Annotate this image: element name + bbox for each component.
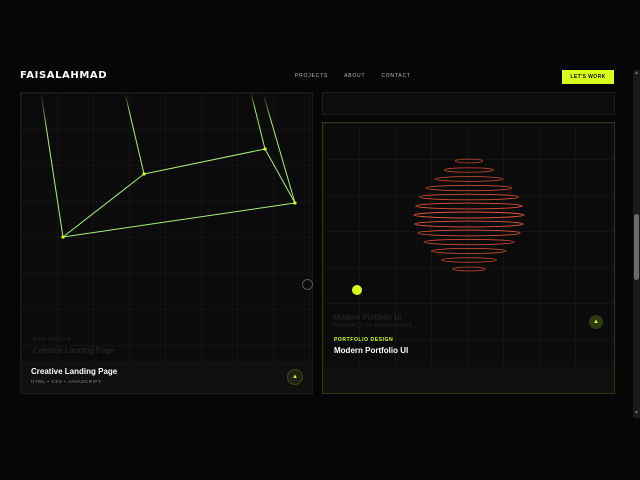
open-project-button[interactable]: ▲ xyxy=(589,315,603,329)
sphere-ring xyxy=(417,229,521,237)
card-footer: Creative Landing Page HTML • CSS • JAVAS… xyxy=(21,361,312,393)
project-card-partial[interactable] xyxy=(322,92,615,115)
sphere-ring xyxy=(454,158,484,164)
nav-contact[interactable]: CONTACT xyxy=(381,73,410,79)
site-logo[interactable]: FAISALAHMAD xyxy=(20,70,107,81)
sphere-ring xyxy=(452,266,486,272)
sphere-ring xyxy=(413,211,525,219)
project-card-modern-portfolio[interactable]: Modern Portfolio UI INTERACTIVE EXPERIEN… xyxy=(322,122,615,394)
sphere-ring xyxy=(434,176,504,182)
open-project-button[interactable]: ▲ xyxy=(287,369,303,385)
project-title[interactable]: Creative Landing Page xyxy=(31,367,117,376)
scroll-down-icon[interactable]: ▼ xyxy=(633,410,640,417)
wire-line xyxy=(62,202,296,238)
main-nav: PROJECTS ABOUT CONTACT xyxy=(295,73,411,79)
nav-projects[interactable]: PROJECTS xyxy=(295,73,328,79)
lets-work-button[interactable]: LET'S WORK xyxy=(562,70,614,84)
scroll-up-icon[interactable]: ▲ xyxy=(633,70,640,77)
wire-line xyxy=(143,148,266,175)
sphere-ring xyxy=(423,238,515,246)
sphere-ring xyxy=(414,220,524,228)
ghost-project-title: Modern Portfolio UI xyxy=(333,313,402,322)
page-scrollbar-thumb[interactable] xyxy=(634,214,639,280)
arrow-up-icon: ▲ xyxy=(593,319,599,325)
ghost-project-tag: INTERACTIVE EXPERIENCE xyxy=(333,323,413,329)
wire-line xyxy=(124,93,145,175)
project-tech-stack: HTML • CSS • JAVASCRIPT xyxy=(31,379,102,384)
project-title[interactable]: Modern Portfolio UI xyxy=(334,346,408,355)
wire-node xyxy=(263,147,267,151)
wire-line xyxy=(250,93,266,150)
sphere-ring xyxy=(419,193,519,201)
wire-node xyxy=(293,201,297,205)
ghost-project-tag: WEB DESIGN xyxy=(33,337,71,343)
card-footer xyxy=(323,367,614,393)
sphere-ring xyxy=(415,202,523,210)
project-category: PORTFOLIO DESIGN xyxy=(334,337,394,343)
sphere-ring xyxy=(443,167,495,173)
cursor-ring xyxy=(302,279,313,290)
arrow-up-icon: ▲ xyxy=(292,374,298,380)
sphere-ring xyxy=(431,248,507,254)
sphere-ring xyxy=(425,184,513,192)
wire-line xyxy=(262,93,296,204)
sphere-ring xyxy=(441,257,497,263)
wire-line xyxy=(40,93,64,238)
wire-line xyxy=(62,173,145,238)
wire-node xyxy=(61,235,65,239)
wire-node xyxy=(142,172,146,176)
site-header: FAISALAHMAD PROJECTS ABOUT CONTACT LET'S… xyxy=(0,62,632,92)
project-card-creative-landing[interactable]: WEB DESIGN Creative Landing Page Creativ… xyxy=(20,92,313,394)
wire-line xyxy=(264,148,296,204)
nav-about[interactable]: ABOUT xyxy=(344,73,365,79)
cursor-dot xyxy=(352,285,362,295)
ghost-project-title: Creative Landing Page xyxy=(33,346,115,355)
